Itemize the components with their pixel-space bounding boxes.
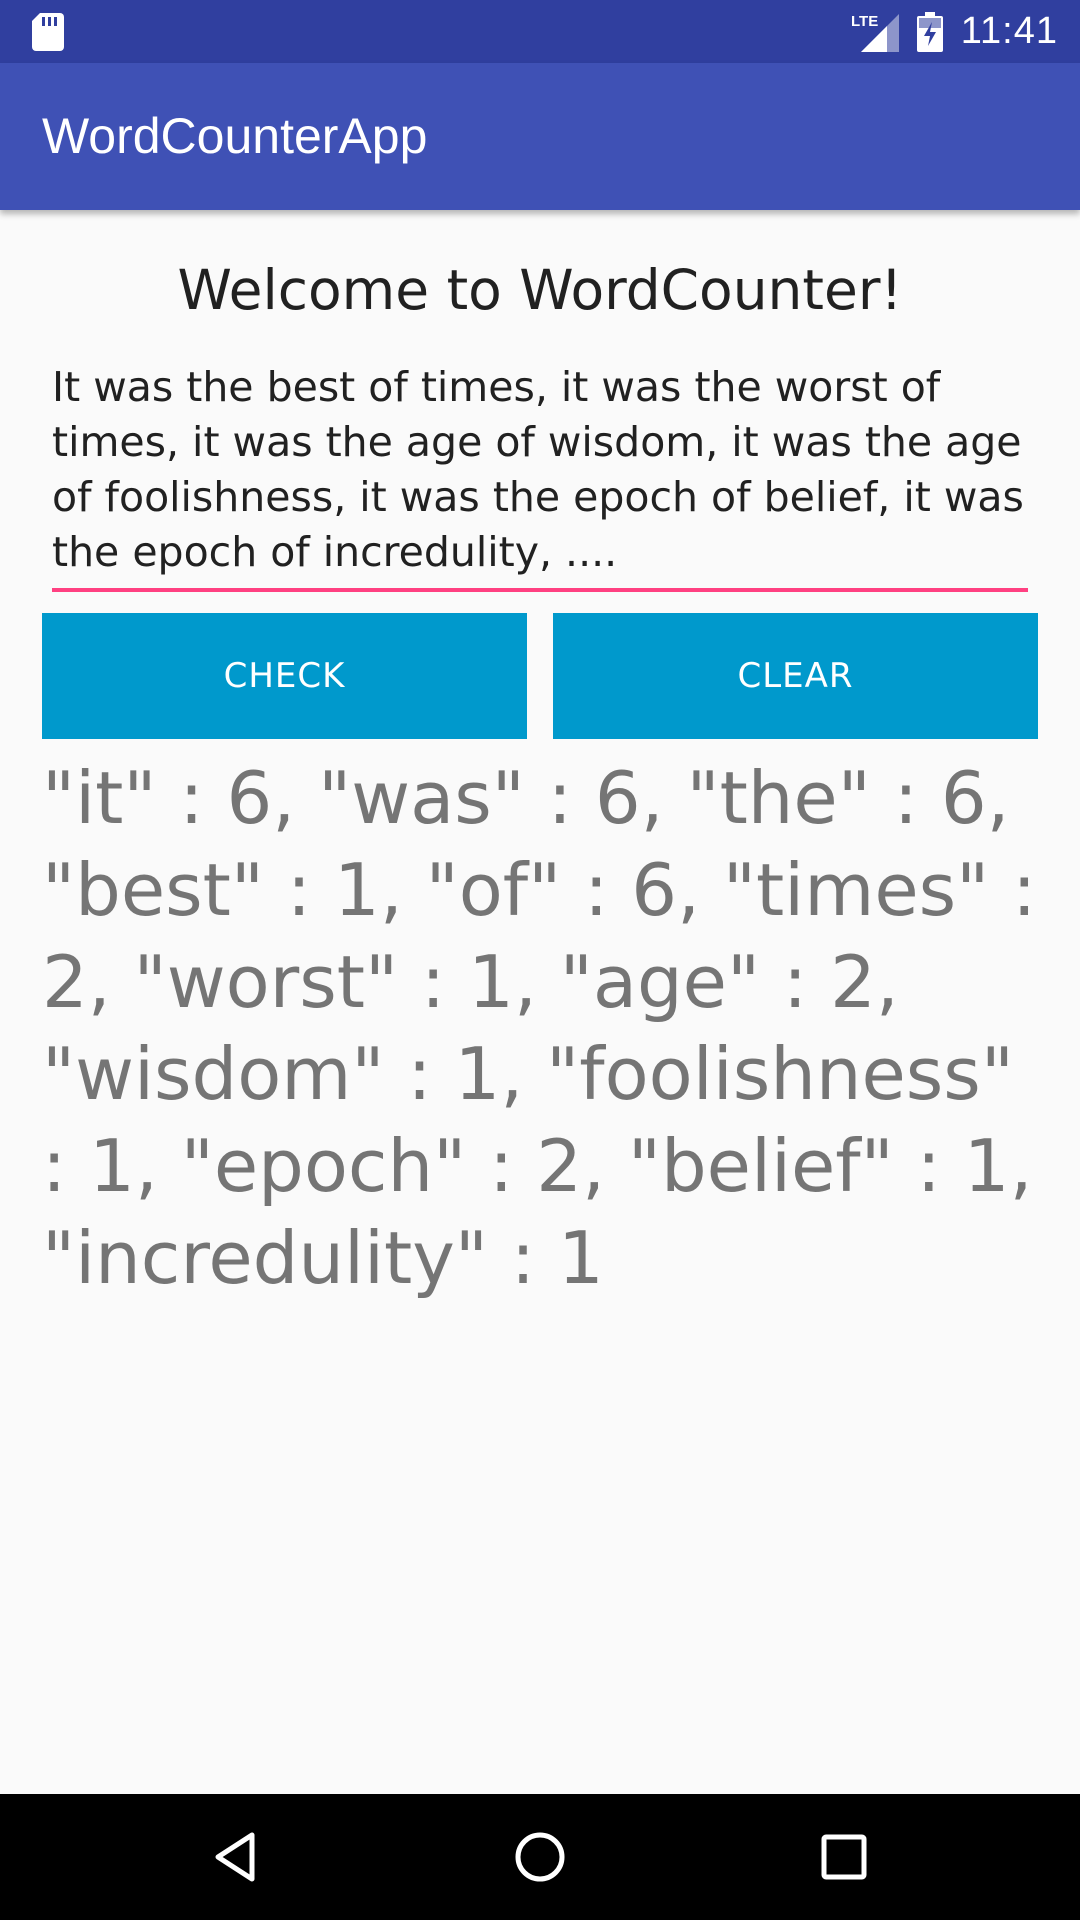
status-bar: LTE 11:41: [0, 0, 1080, 63]
home-icon[interactable]: [510, 1827, 570, 1887]
check-button[interactable]: CHECK: [42, 613, 527, 739]
lte-signal-icon: LTE: [851, 13, 899, 52]
recents-icon[interactable]: [814, 1827, 874, 1887]
battery-charging-icon: [916, 11, 943, 52]
welcome-heading: Welcome to WordCounter!: [177, 258, 903, 322]
network-label: LTE: [851, 13, 878, 30]
clear-button[interactable]: CLEAR: [553, 613, 1038, 739]
text-input[interactable]: It was the best of times, it was the wor…: [52, 360, 1028, 582]
navigation-bar: [0, 1794, 1080, 1920]
clock: 11:41: [960, 10, 1058, 52]
input-underline: [52, 588, 1028, 592]
screen: LTE 11:41 WordCounterApp Welcome to Word…: [0, 0, 1080, 1920]
status-icons: LTE 11:41: [851, 0, 1058, 63]
app-bar: WordCounterApp: [0, 63, 1080, 210]
word-count-result: "it" : 6, "was" : 6, "the" : 6, "best" :…: [42, 756, 1037, 1300]
sd-card-icon: [32, 13, 64, 51]
back-icon[interactable]: [206, 1827, 266, 1887]
app-title: WordCounterApp: [42, 108, 428, 164]
text-input-container: It was the best of times, it was the wor…: [52, 360, 1028, 592]
